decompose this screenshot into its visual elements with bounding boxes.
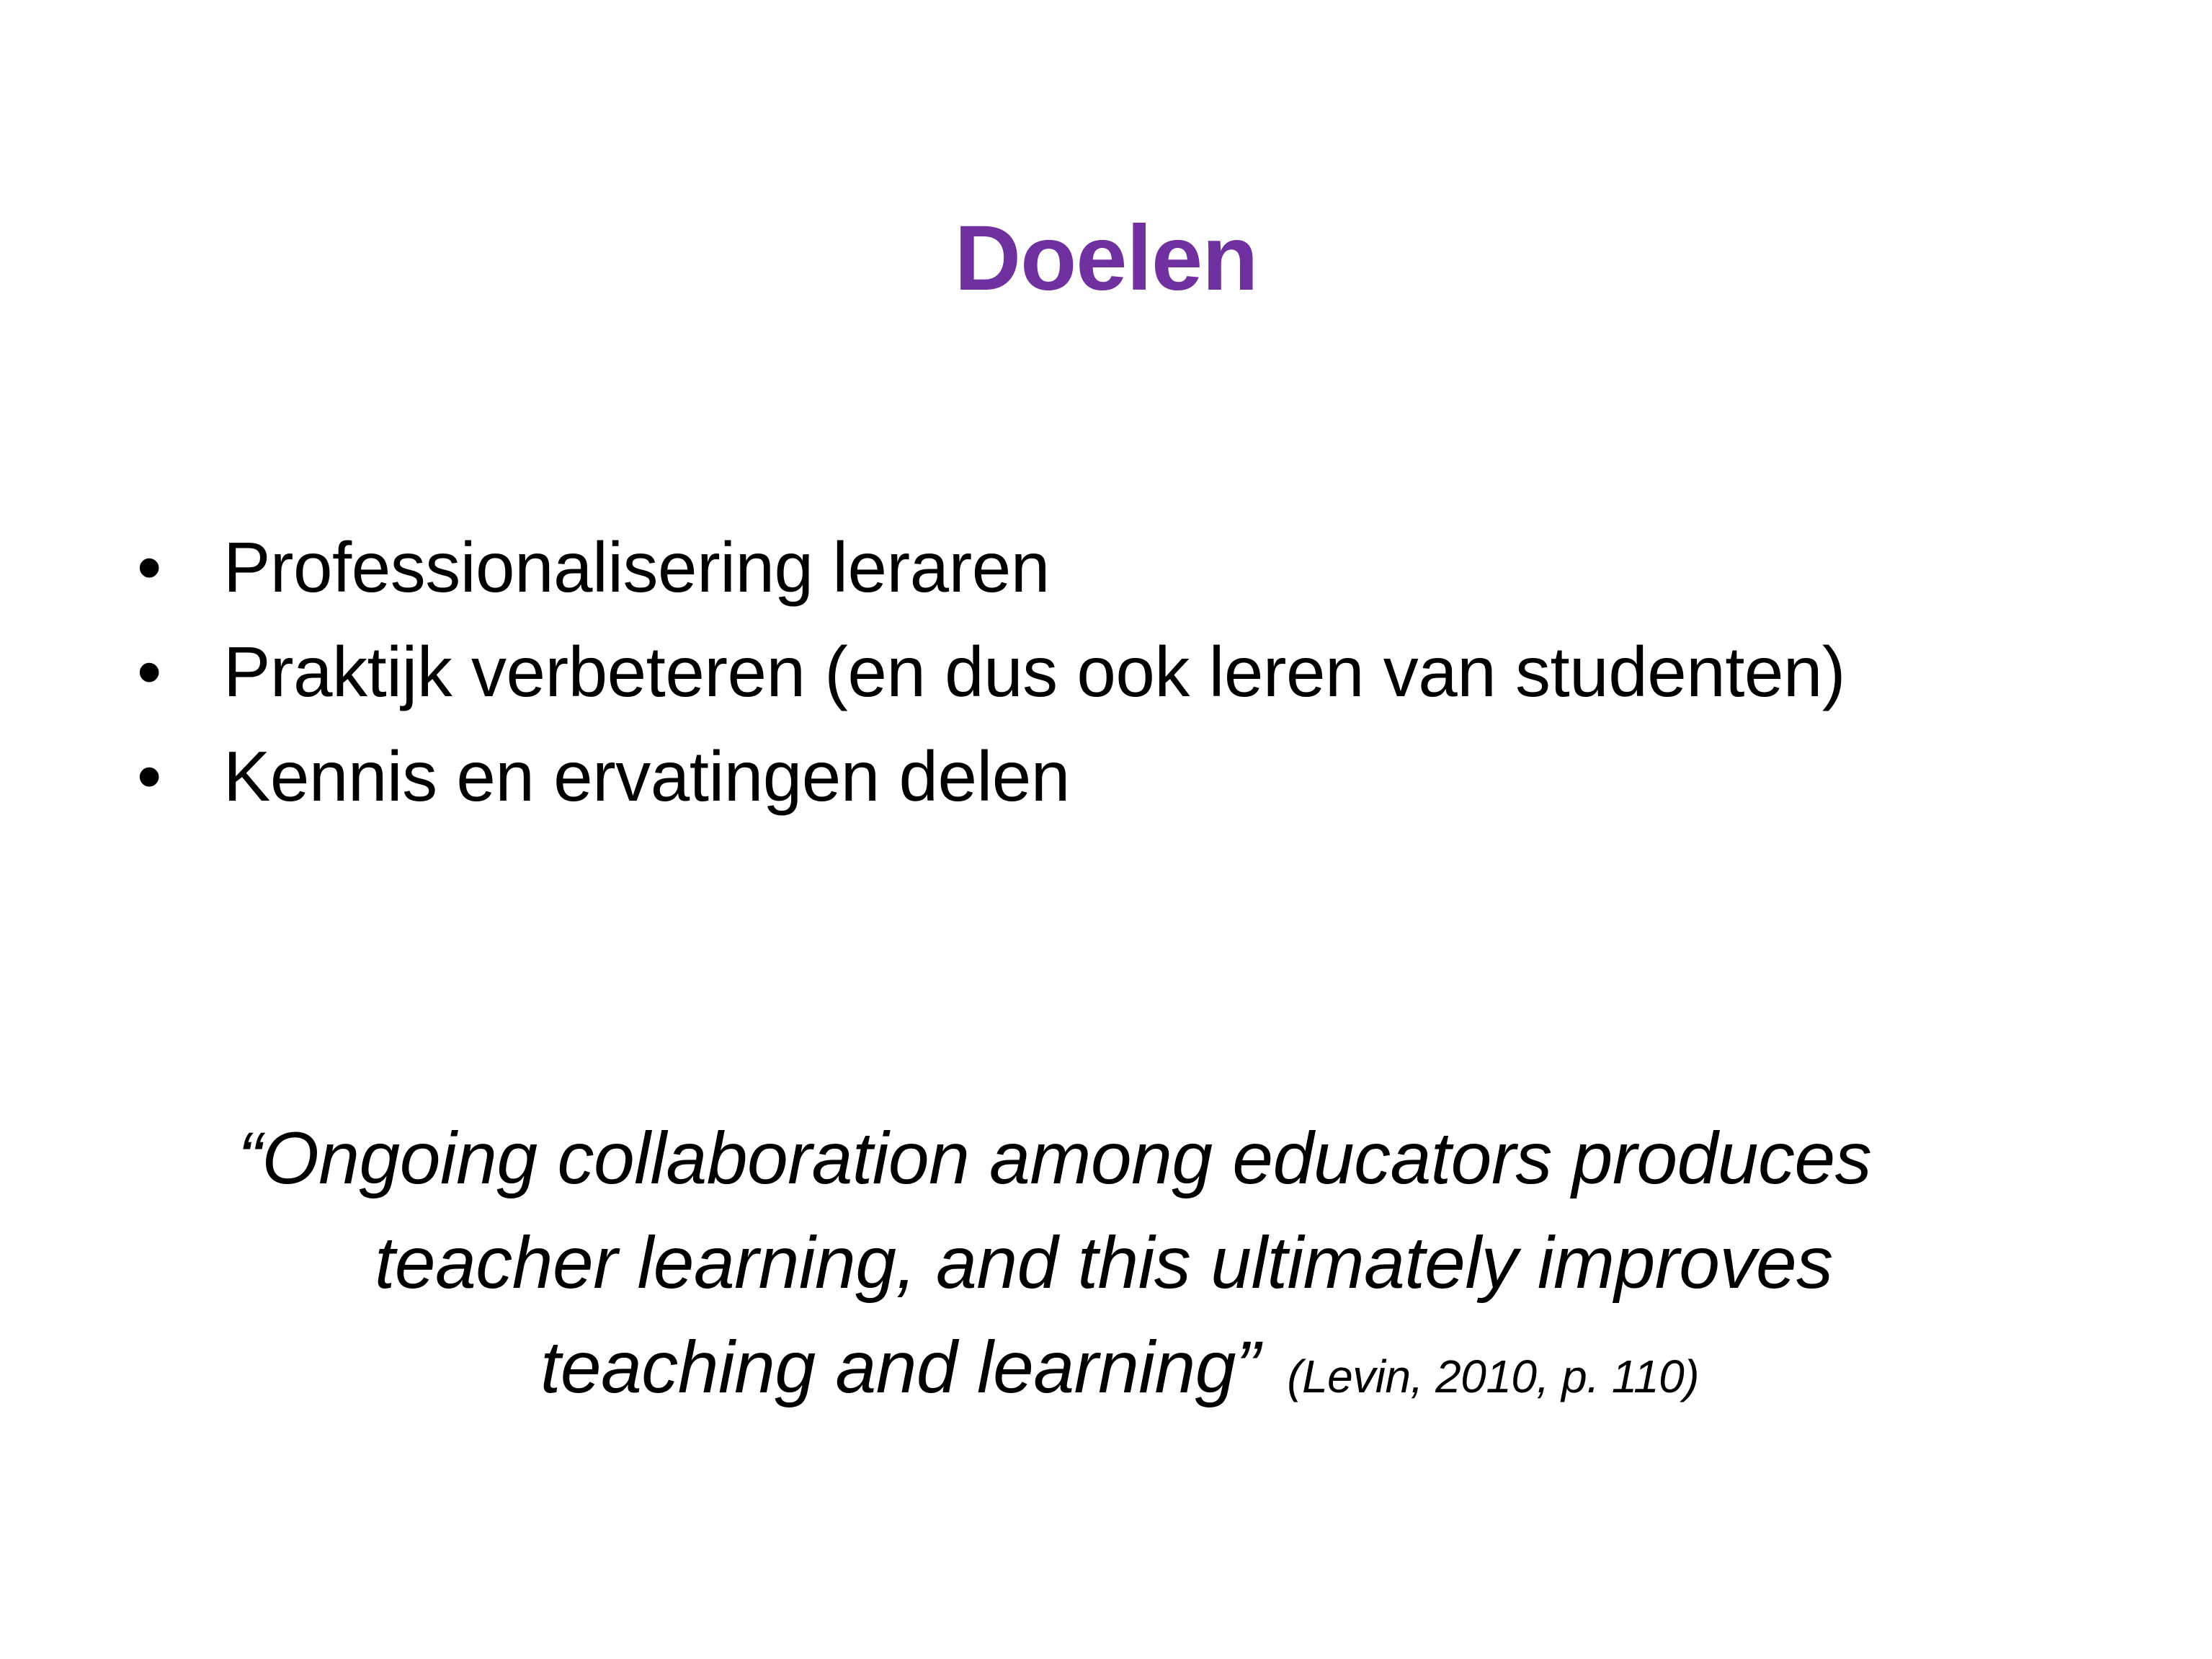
slide: Doelen • Professionalisering leraren • P… bbox=[0, 0, 2212, 1659]
bullet-item: • Professionalisering leraren bbox=[137, 515, 2154, 620]
bullet-text: Kennis en ervatingen delen bbox=[223, 737, 1070, 816]
quote-line: teacher learning, and this ultimately im… bbox=[375, 1222, 1833, 1304]
quote-line: “Ongoing collaboration among educators p… bbox=[238, 1117, 1872, 1199]
bullet-text: Praktijk verbeteren (en dus ook leren va… bbox=[223, 632, 1846, 711]
bullet-icon: • bbox=[137, 528, 161, 607]
quote-citation: (Levin, 2010, p. 110) bbox=[1287, 1351, 1700, 1402]
bullet-icon: • bbox=[137, 737, 161, 816]
bullet-list: • Professionalisering leraren • Praktijk… bbox=[137, 515, 2154, 829]
slide-title: Doelen bbox=[954, 207, 1259, 310]
bullet-item: • Praktijk verbeteren (en dus ook leren … bbox=[137, 620, 2154, 724]
bullet-icon: • bbox=[137, 632, 161, 711]
quote-block: “Ongoing collaboration among educators p… bbox=[238, 1106, 2039, 1420]
quote-line-text: teaching and learning” bbox=[540, 1326, 1260, 1408]
bullet-text: Professionalisering leraren bbox=[223, 528, 1050, 607]
bullet-item: • Kennis en ervatingen delen bbox=[137, 724, 2154, 829]
quote-line-last: teaching and learning” (Levin, 2010, p. … bbox=[238, 1315, 2039, 1420]
